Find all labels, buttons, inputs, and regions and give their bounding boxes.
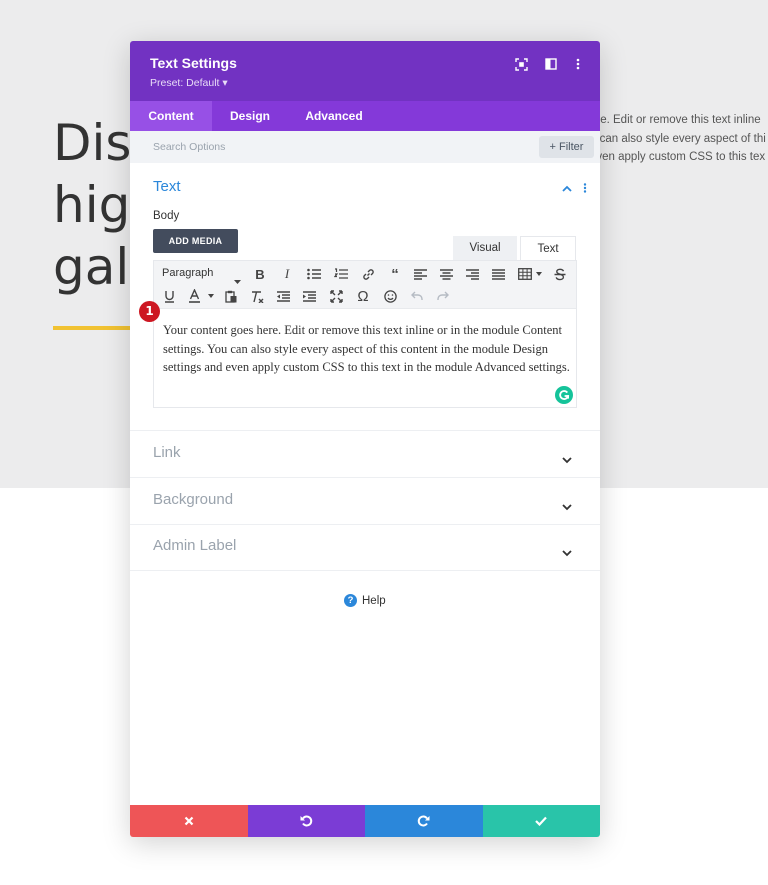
fullscreen-editor-icon[interactable] [327, 287, 345, 305]
text-color-icon[interactable] [185, 287, 203, 305]
undo-icon [300, 815, 312, 827]
special-character-icon[interactable]: Ω [354, 287, 372, 305]
close-icon [184, 816, 194, 826]
step-number-badge: 1 [139, 301, 160, 322]
body-label: Body [153, 210, 180, 222]
help-icon: ? [344, 594, 357, 607]
search-input[interactable]: Search Options [153, 141, 225, 153]
align-right-icon[interactable] [463, 265, 481, 283]
section-title-text[interactable]: Text [153, 178, 181, 195]
chevron-down-icon[interactable] [562, 544, 572, 562]
split-view-icon[interactable] [544, 57, 558, 71]
tab-visual[interactable]: Visual [453, 236, 517, 260]
bold-icon[interactable]: B [251, 265, 269, 283]
indent-icon[interactable] [300, 287, 318, 305]
rich-text-editor[interactable]: Paragraph B I “ Ω Your content goes here… [153, 260, 577, 408]
redo-icon [418, 815, 430, 827]
help-label: Help [362, 594, 386, 607]
align-left-icon[interactable] [411, 265, 429, 283]
page-paragraph-line: even apply custom CSS to this tex [590, 151, 766, 163]
search-bar: Search Options + Filter [130, 131, 600, 163]
strikethrough-icon[interactable] [551, 265, 569, 283]
modal-footer [130, 805, 600, 837]
more-options-icon[interactable] [571, 57, 585, 71]
chevron-down-icon[interactable] [562, 451, 572, 469]
section-title-admin-label[interactable]: Admin Label [153, 537, 236, 554]
checkmark-icon [535, 816, 548, 826]
settings-tabs: Content Design Advanced [130, 101, 600, 131]
page-paragraph-line: ere. Edit or remove this text inline [590, 114, 761, 126]
redo-icon[interactable] [434, 287, 452, 305]
bullet-list-icon[interactable] [305, 265, 323, 283]
heading-underline [53, 326, 133, 330]
paste-text-icon[interactable] [222, 287, 240, 305]
caret-down-icon[interactable] [530, 265, 548, 283]
editor-content[interactable]: Your content goes here. Edit or remove t… [163, 321, 573, 377]
tab-design[interactable]: Design [212, 101, 288, 131]
fullscreen-icon[interactable] [514, 57, 528, 71]
paragraph-select[interactable]: Paragraph [162, 263, 213, 284]
tab-content[interactable]: Content [130, 101, 212, 131]
redo-button[interactable] [365, 805, 483, 837]
link-icon[interactable] [359, 265, 377, 283]
numbered-list-icon[interactable] [332, 265, 350, 283]
tab-text[interactable]: Text [520, 236, 576, 260]
page-paragraph-line: u can also style every aspect of thi [590, 132, 766, 145]
add-media-button[interactable]: ADD MEDIA [153, 229, 238, 253]
caret-down-icon[interactable] [202, 287, 220, 305]
filter-button[interactable]: + Filter [539, 136, 594, 158]
emoji-icon[interactable] [381, 287, 399, 305]
section-options-icon[interactable] [583, 180, 587, 198]
chevron-down-icon[interactable] [562, 498, 572, 516]
section-title-link[interactable]: Link [153, 444, 181, 461]
undo-button[interactable] [247, 805, 365, 837]
align-center-icon[interactable] [437, 265, 455, 283]
text-settings-modal: Text Settings Preset: Default ▾ Content … [130, 41, 600, 837]
section-title-background[interactable]: Background [153, 491, 233, 508]
preset-dropdown[interactable]: Preset: Default ▾ [150, 77, 228, 89]
modal-header: Text Settings Preset: Default ▾ [130, 41, 600, 101]
grammarly-icon[interactable] [555, 386, 573, 404]
outdent-icon[interactable] [274, 287, 292, 305]
tab-advanced[interactable]: Advanced [288, 101, 380, 131]
justify-icon[interactable] [489, 265, 507, 283]
editor-toolbar: Paragraph B I “ Ω [154, 261, 576, 309]
section-divider [130, 430, 600, 431]
section-divider [130, 477, 600, 478]
underline-icon[interactable] [160, 287, 178, 305]
chevron-up-icon[interactable] [562, 180, 572, 198]
save-button[interactable] [482, 805, 600, 837]
modal-title: Text Settings [150, 55, 237, 71]
cancel-button[interactable] [130, 805, 248, 837]
clear-formatting-icon[interactable] [248, 287, 266, 305]
blockquote-icon[interactable]: “ [386, 265, 404, 283]
undo-icon[interactable] [408, 287, 426, 305]
page-paragraph: ere. Edit or remove this text inline u c… [590, 111, 768, 167]
section-divider [130, 570, 600, 571]
page-heading: Dis hig gal [53, 114, 132, 296]
italic-icon[interactable]: I [278, 265, 296, 283]
help-link[interactable]: ? Help [344, 594, 386, 607]
section-divider [130, 524, 600, 525]
